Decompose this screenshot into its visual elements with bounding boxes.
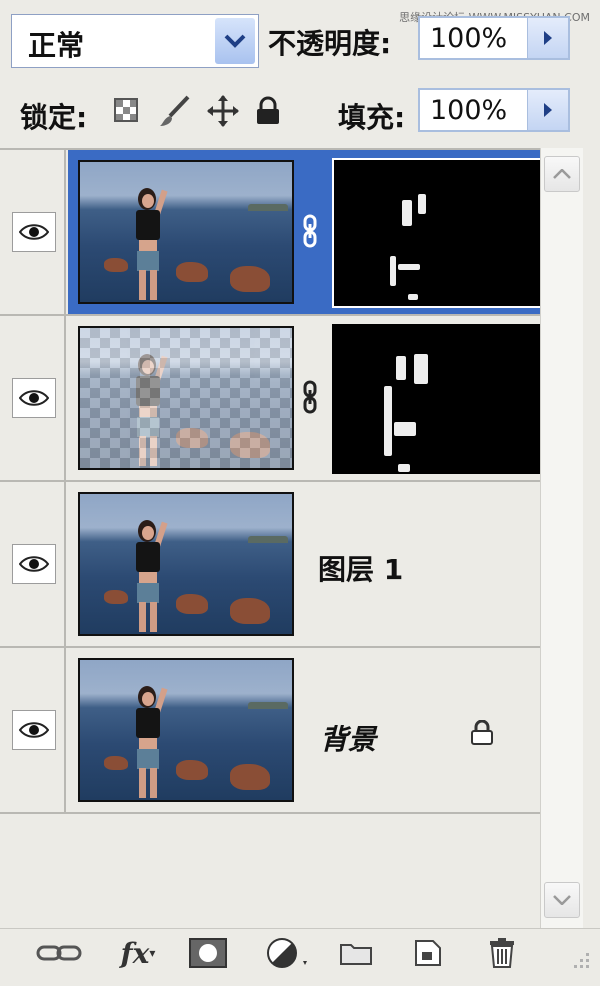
layer-row[interactable] [0, 316, 542, 482]
mask-link-icon[interactable] [302, 214, 318, 248]
resize-grip-icon[interactable] [566, 949, 592, 979]
lock-all-icon[interactable] [254, 96, 282, 130]
layer-thumbnail[interactable] [78, 492, 294, 636]
layer-content[interactable] [68, 150, 542, 314]
layers-toolbar: fx ▾ [0, 928, 600, 986]
mask-link-icon[interactable] [302, 380, 318, 414]
visibility-column [0, 150, 66, 314]
layer-row[interactable]: 图层 1 [0, 482, 540, 648]
eye-icon[interactable] [12, 544, 56, 584]
new-layer-icon[interactable] [406, 933, 450, 973]
fill-value[interactable]: 100% [430, 95, 507, 126]
opacity-value[interactable]: 100% [430, 23, 507, 54]
opacity-label: 不透明度: [268, 27, 392, 60]
add-mask-icon[interactable] [186, 933, 230, 973]
new-group-icon[interactable] [334, 933, 378, 973]
layer-content[interactable]: 图层 1 [68, 482, 540, 646]
lock-transparent-pixels-icon[interactable] [114, 98, 138, 126]
layer-name[interactable]: 背景 [320, 718, 376, 758]
eye-icon[interactable] [12, 212, 56, 252]
lock-position-icon[interactable] [206, 94, 240, 132]
layer-row[interactable] [0, 150, 542, 316]
fx-icon[interactable]: fx ▾ [110, 933, 166, 973]
adjustment-layer-icon[interactable] [262, 933, 314, 973]
fx-label: fx [120, 936, 150, 970]
layer-row[interactable]: 背景 [0, 648, 540, 814]
chevron-down-icon[interactable] [215, 18, 255, 64]
eye-icon[interactable] [12, 710, 56, 750]
layer-thumbnail[interactable] [78, 326, 294, 470]
fill-field[interactable]: 100% [418, 88, 570, 132]
fill-slider-arrow-icon[interactable] [527, 90, 568, 130]
lock-label: 锁定: [20, 101, 88, 134]
layer-mask-thumbnail[interactable] [332, 158, 542, 308]
layer-thumbnail[interactable] [78, 160, 294, 304]
scroll-up-icon[interactable] [544, 156, 580, 192]
lock-image-pixels-icon[interactable] [158, 94, 192, 132]
blend-mode-select[interactable]: 正常 [11, 14, 259, 68]
layer-thumbnail[interactable] [78, 658, 294, 802]
layers-list: 图层 1 背景 [0, 148, 542, 930]
layer-mask-thumbnail[interactable] [332, 324, 542, 474]
visibility-column [0, 648, 66, 812]
lock-icon [470, 719, 494, 750]
fill-label: 填充: [338, 101, 406, 134]
eye-icon[interactable] [12, 378, 56, 418]
layer-content[interactable] [68, 316, 542, 480]
opacity-slider-arrow-icon[interactable] [527, 18, 568, 58]
opacity-field[interactable]: 100% [418, 16, 570, 60]
layer-name[interactable]: 图层 1 [318, 548, 403, 588]
layers-scrollbar[interactable] [540, 148, 583, 928]
visibility-column [0, 316, 66, 480]
scroll-down-icon[interactable] [544, 882, 580, 918]
delete-layer-icon[interactable] [480, 933, 524, 973]
link-layers-icon[interactable] [34, 933, 84, 973]
blend-mode-value: 正常 [28, 29, 85, 62]
visibility-column [0, 482, 66, 646]
layer-content[interactable]: 背景 [68, 648, 540, 812]
